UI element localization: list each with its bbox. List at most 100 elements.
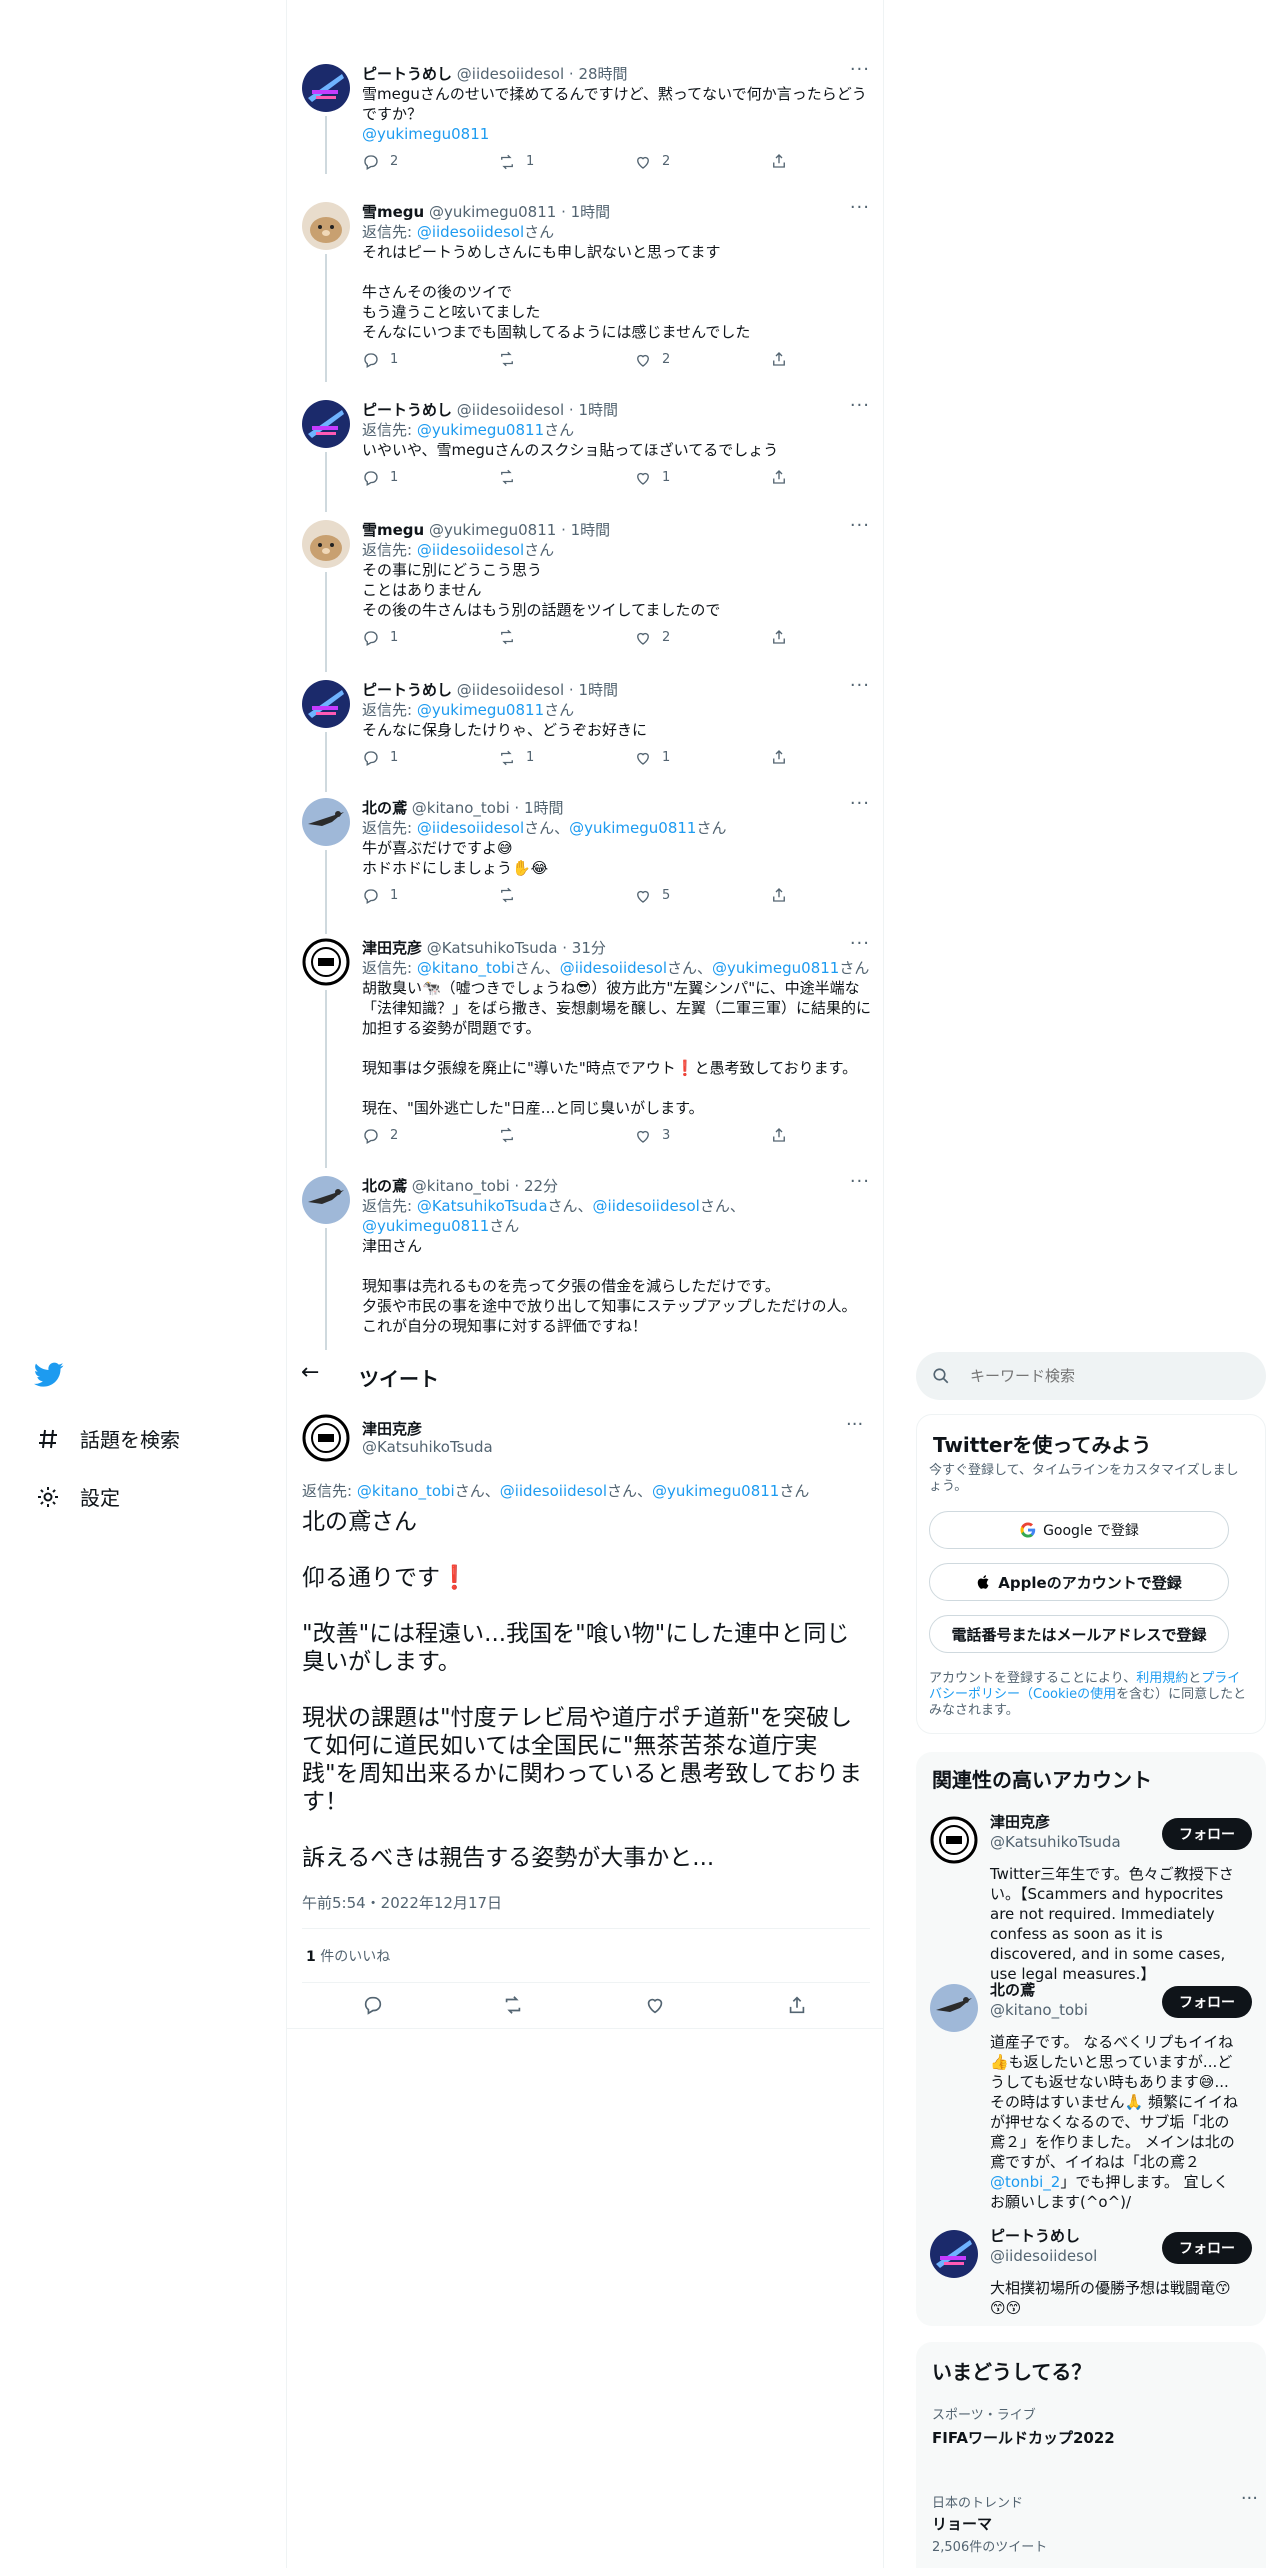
timestamp[interactable]: 31分 [572,939,606,957]
retweet-button[interactable]: 1 [498,152,534,172]
reply-button[interactable]: 2 [362,1126,398,1146]
timestamp[interactable]: 22分 [524,1177,558,1195]
avatar[interactable] [302,520,350,568]
avatar[interactable] [302,1176,350,1224]
author-handle[interactable]: @kitano_tobi [412,799,510,817]
mention-link[interactable]: @yukimegu0811 [417,421,544,439]
twitter-logo-icon[interactable] [34,1362,64,1392]
like-button[interactable]: 2 [634,152,670,172]
retweet-button[interactable] [498,628,526,646]
more-icon[interactable]: ··· [850,934,870,954]
nav-settings[interactable]: 設定 [36,1482,120,1511]
follow-button[interactable]: フォロー [1162,1818,1252,1850]
reply-button[interactable]: 1 [362,748,398,768]
author-name[interactable]: 雪megu [362,521,424,539]
avatar[interactable] [302,64,350,112]
author-handle[interactable]: @KatsuhikoTsuda [362,1438,493,1456]
author-name[interactable]: 雪megu [362,203,424,221]
reply-tweet[interactable]: ピートうめし @iidesoiidesol · 1時間 ··· 返信先: @yu… [302,396,872,512]
likes-count-link[interactable]: 1 件のいいね [306,1946,390,1966]
author-handle[interactable]: @iidesoiidesol [457,65,564,83]
reply-tweet[interactable]: ピートうめし @iidesoiidesol · 1時間 ··· 返信先: @yu… [302,676,872,792]
reply-button[interactable]: 1 [362,468,398,488]
share-icon[interactable] [786,1994,808,2016]
reply-tweet[interactable]: 津田克彦 @KatsuhikoTsuda · 31分 ··· 返信先: @kit… [302,934,872,1168]
mention-link[interactable]: @iidesoiidesol [500,1482,607,1500]
like-button[interactable]: 1 [634,748,670,768]
google-signup-button[interactable]: Google で登録 [929,1511,1229,1549]
author-name[interactable]: ピートうめし [362,681,452,699]
avatar[interactable] [930,2230,978,2278]
account-item[interactable]: 津田克彦 @KatsuhikoTsuda Twitter三年生です。色々ご教授下… [916,1812,1266,1983]
author-name[interactable]: ピートうめし [362,401,452,419]
apple-signup-button[interactable]: Appleのアカウントで登録 [929,1563,1229,1601]
retweet-button[interactable] [498,1126,526,1144]
reply-button[interactable]: 1 [362,886,398,906]
more-icon[interactable]: ··· [850,60,870,80]
search-bar[interactable] [916,1352,1266,1400]
mention-link[interactable]: @KatsuhikoTsuda [417,1197,548,1215]
retweet-button[interactable] [498,468,526,486]
author-name[interactable]: 北の鳶 [362,799,407,817]
like-button[interactable]: 2 [634,350,670,370]
terms-link[interactable]: 利用規約 [1136,1671,1188,1686]
reply-button[interactable]: 1 [362,350,398,370]
retweet-button[interactable] [498,350,526,368]
share-button[interactable] [770,886,788,904]
retweet-button[interactable]: 1 [498,748,534,768]
more-icon[interactable]: ··· [850,1176,870,1192]
author-handle[interactable]: @yukimegu0811 [429,203,556,221]
like-button[interactable]: 5 [634,886,670,906]
share-button[interactable] [770,1126,788,1144]
author-name[interactable]: 津田克彦 [362,939,422,957]
mention-link[interactable]: @yukimegu0811 [712,959,839,977]
back-arrow-icon[interactable]: ← [301,1360,319,1385]
mention-link[interactable]: @yukimegu0811 [569,819,696,837]
timestamp[interactable]: 1時間 [578,401,618,419]
like-button[interactable]: 1 [634,468,670,488]
follow-button[interactable]: フォロー [1162,2232,1252,2264]
author-handle[interactable]: @iidesoiidesol [457,681,564,699]
author-handle[interactable]: @kitano_tobi [412,1177,510,1195]
mention-link[interactable]: @yukimegu0811 [362,124,872,144]
avatar[interactable] [302,1414,350,1462]
timestamp[interactable]: 28時間 [578,65,627,83]
mention-link[interactable]: @iidesoiidesol [417,223,524,241]
reply-icon[interactable] [362,1994,384,2016]
timestamp[interactable]: 1時間 [524,799,564,817]
more-icon[interactable]: ··· [850,516,870,536]
reply-tweet[interactable]: ピートうめし @iidesoiidesol · 28時間 ··· 雪meguさん… [302,60,872,174]
heart-icon[interactable] [644,1994,666,2016]
more-icon[interactable]: ··· [850,794,870,814]
author-handle[interactable]: @yukimegu0811 [429,521,556,539]
avatar[interactable] [302,400,350,448]
author-handle[interactable]: @KatsuhikoTsuda [427,939,558,957]
avatar[interactable] [302,798,350,846]
email-signup-button[interactable]: 電話番号またはメールアドレスで登録 [929,1615,1229,1653]
mention-link[interactable]: @yukimegu0811 [417,701,544,719]
timestamp[interactable]: 1時間 [571,203,611,221]
more-icon[interactable]: ··· [850,198,870,218]
account-item[interactable]: ピートうめし @iidesoiidesol 大相撲初場所の優勝予想は戦闘竜😙😙😙… [916,2226,1266,2317]
reply-tweet[interactable]: 雪megu @yukimegu0811 · 1時間 ··· 返信先: @iide… [302,198,872,382]
share-button[interactable] [770,468,788,486]
reply-button[interactable]: 1 [362,628,398,648]
more-icon[interactable]: ··· [850,676,870,696]
share-button[interactable] [770,628,788,646]
avatar[interactable] [302,680,350,728]
author-name[interactable]: 北の鳶 [362,1177,407,1195]
mention-link[interactable]: @iidesoiidesol [417,541,524,559]
search-input[interactable] [968,1364,1248,1388]
trend-item[interactable]: 日本のトレンド リョーマ 2,506件のツイート ··· [932,2488,1258,2562]
reply-tweet[interactable]: 北の鳶 @kitano_tobi · 1時間 ··· 返信先: @iidesoi… [302,794,872,934]
like-button[interactable]: 3 [634,1126,670,1146]
mention-link[interactable]: @iidesoiidesol [593,1197,700,1215]
tweet-timestamp[interactable]: 午前5:54・2022年12月17日 [302,1892,502,1913]
reply-button[interactable]: 2 [362,152,398,172]
more-icon[interactable]: ··· [846,1414,863,1435]
avatar[interactable] [302,938,350,986]
nav-explore[interactable]: 話題を検索 [36,1424,180,1453]
like-button[interactable]: 2 [634,628,670,648]
author-name[interactable]: 津田克彦 [362,1418,422,1439]
mention-link[interactable]: @yukimegu0811 [362,1217,489,1235]
